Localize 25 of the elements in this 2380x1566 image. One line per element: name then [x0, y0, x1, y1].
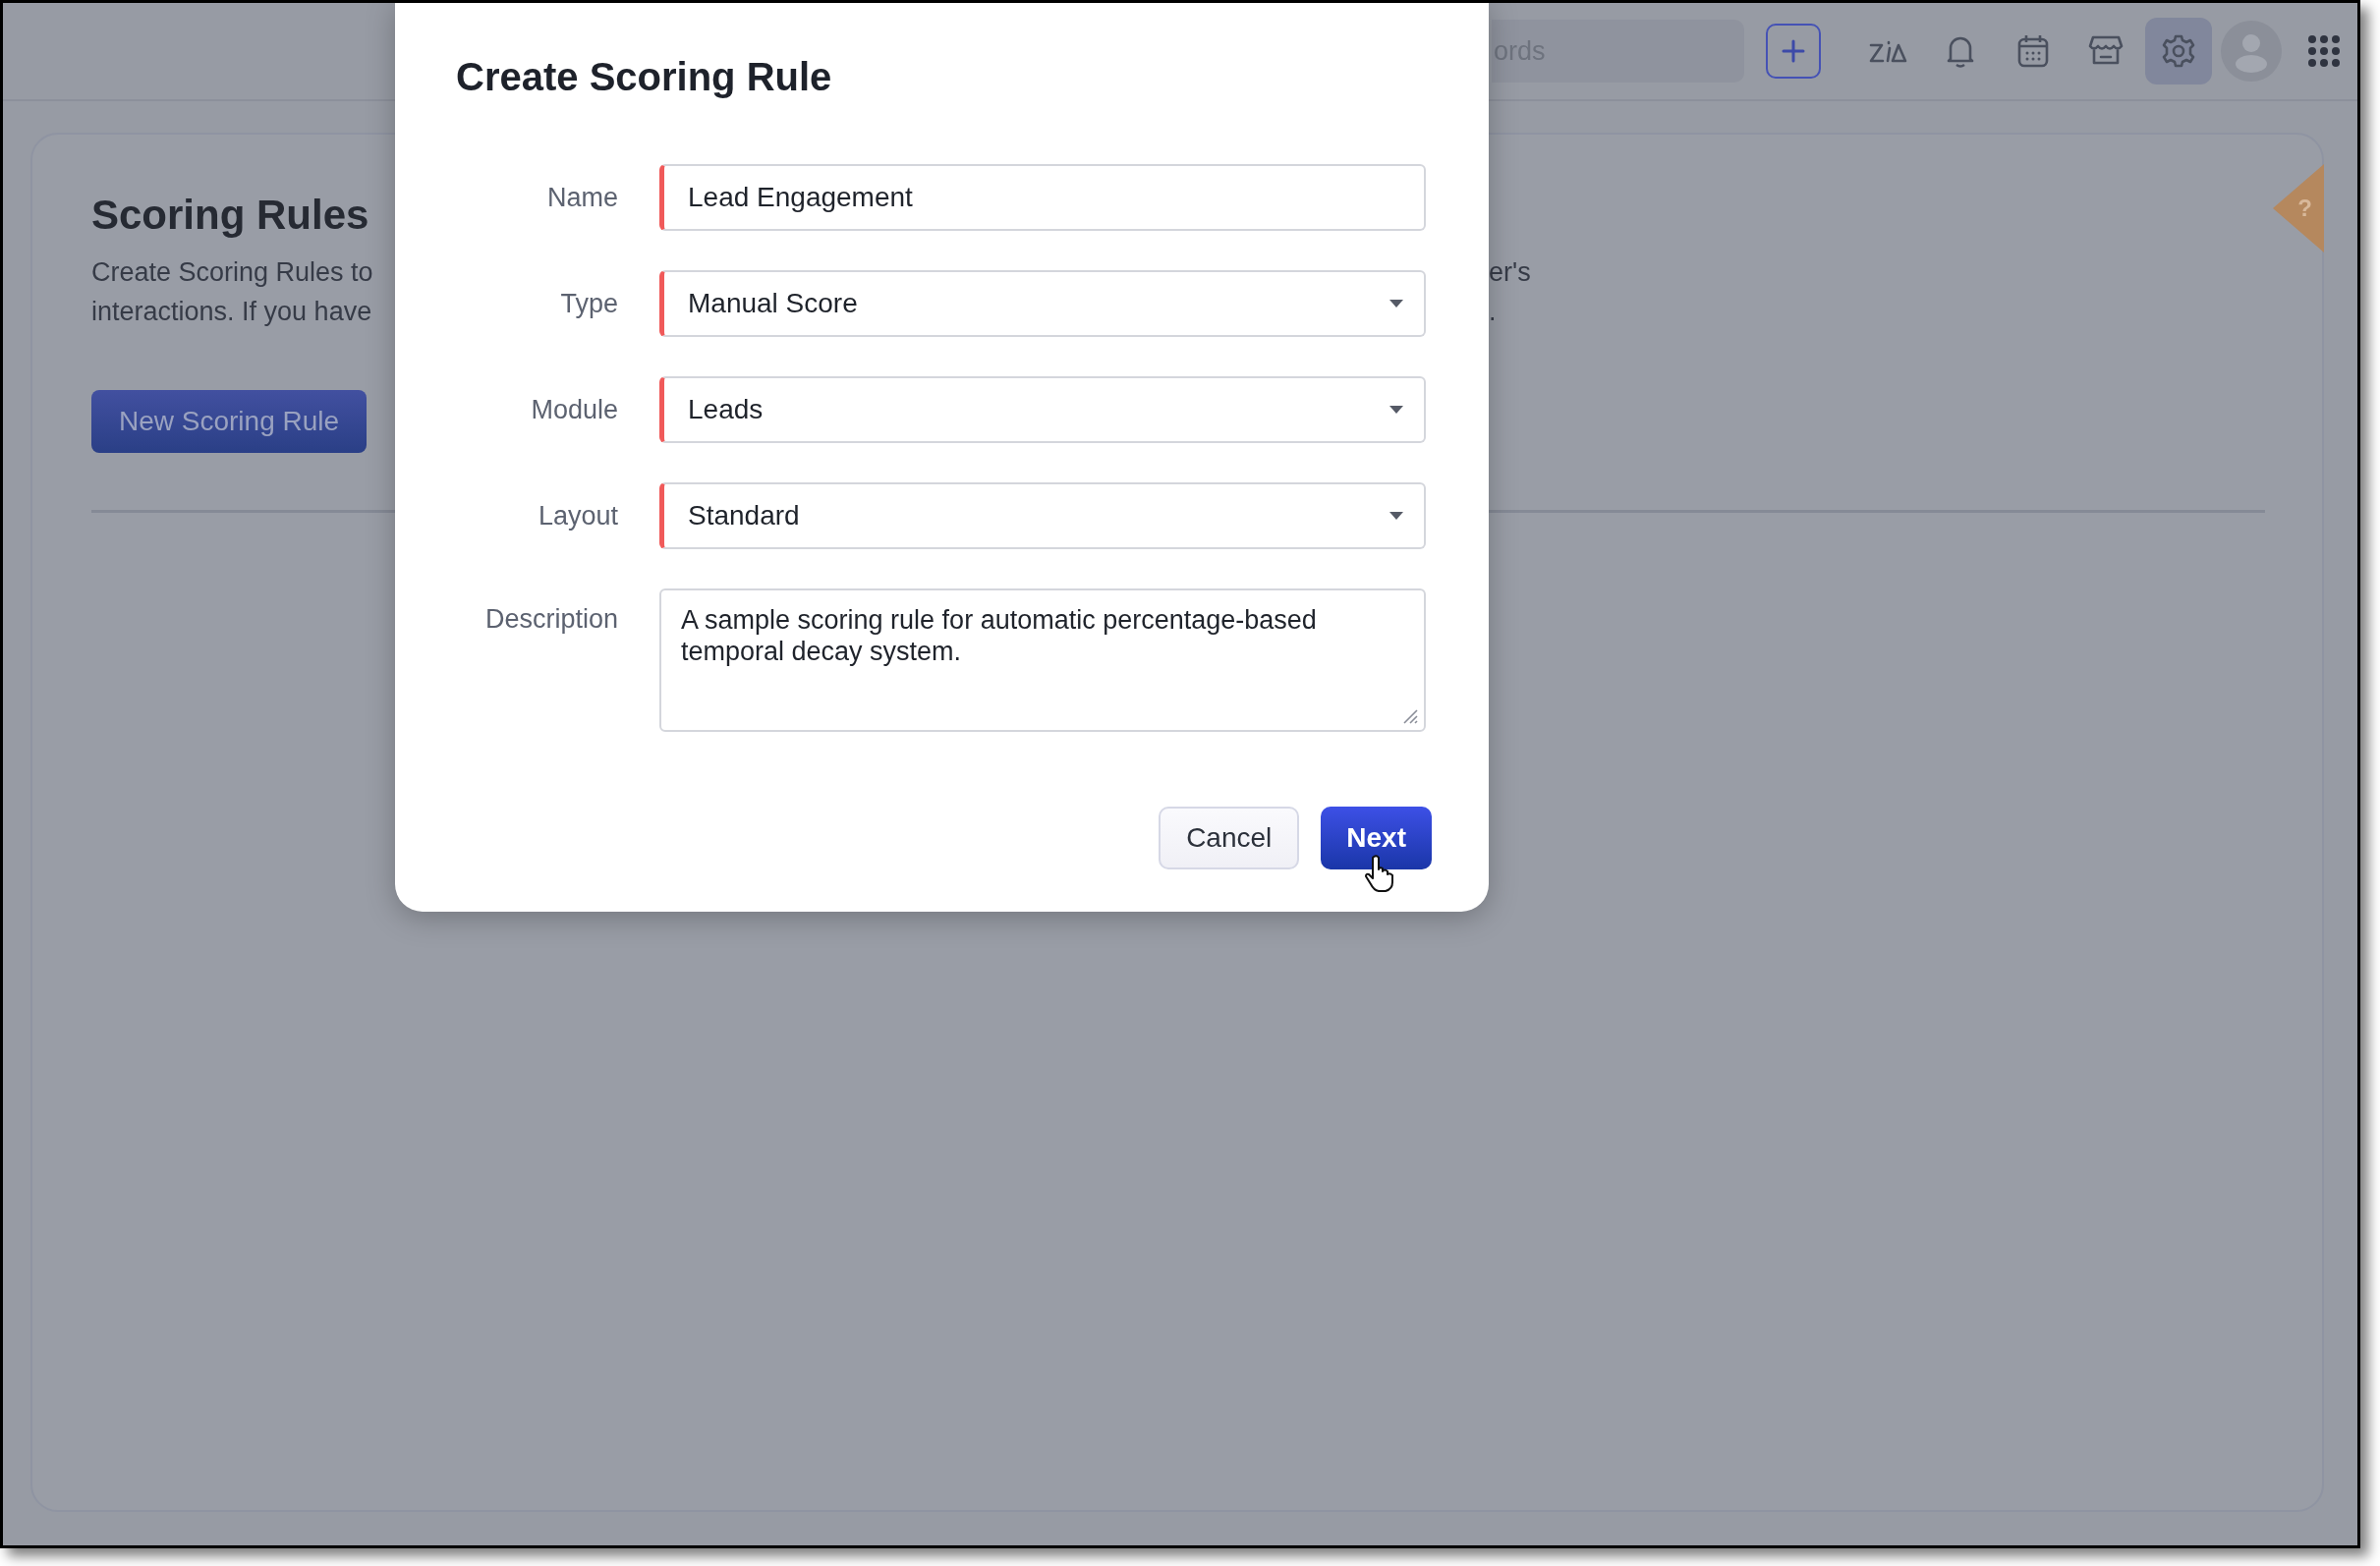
dropdown-field[interactable]: Standard: [659, 482, 1426, 549]
field-label: Description: [483, 603, 618, 635]
caret-icon: [1388, 405, 1404, 415]
caret-icon: [1388, 299, 1404, 308]
page-title: Scoring Rules: [91, 192, 369, 239]
next-button[interactable]: Next: [1321, 807, 1432, 869]
caret-icon: [1388, 511, 1404, 521]
add-button[interactable]: [1766, 24, 1821, 79]
description-textarea[interactable]: A sample scoring rule for automatic percentage-based temporal decay system.: [659, 588, 1426, 732]
settings-icon: [2161, 33, 2196, 69]
cancel-button[interactable]: Cancel: [1159, 807, 1300, 869]
description-text: Create Scoring Rules to interactions. If you have: [91, 256, 374, 328]
name-input-field[interactable]: Lead Engagement: [659, 164, 1426, 231]
field-label: Name: [545, 182, 618, 213]
apps-grid-icon: [2307, 34, 2341, 68]
field-label: Module: [530, 394, 618, 425]
description-text: er's .: [1489, 256, 1531, 328]
field-label: Type: [559, 288, 618, 319]
dropdown-field[interactable]: Manual Score: [659, 270, 1426, 337]
calendar-icon: [2016, 33, 2050, 69]
field-label: Layout: [537, 500, 618, 531]
dialog-title: Create Scoring Rule: [456, 54, 833, 99]
avatar-icon: [2221, 21, 2282, 82]
dropdown-field[interactable]: Leads: [659, 376, 1426, 443]
settings-button[interactable]: [2145, 18, 2212, 84]
